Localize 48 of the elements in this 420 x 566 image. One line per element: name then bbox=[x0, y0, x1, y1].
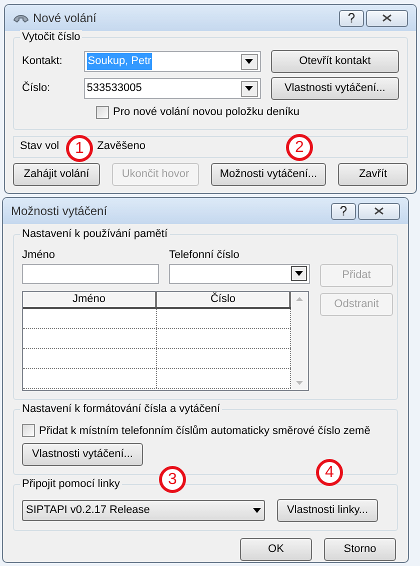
checkbox-label: Pro nové volání novou položku deníku bbox=[113, 105, 300, 120]
field-label: Číslo: bbox=[22, 80, 52, 96]
button[interactable]: Možnosti vytáčení... bbox=[211, 162, 326, 186]
question-mark-icon bbox=[340, 206, 347, 216]
dropdown-arrow-icon bbox=[295, 271, 303, 276]
button[interactable]: OK bbox=[240, 538, 312, 561]
dropdown-arrow-icon bbox=[245, 59, 254, 64]
group-title: Nastavení k používání pamětí bbox=[20, 227, 170, 241]
question-mark-icon bbox=[348, 13, 355, 23]
button[interactable]: Vlastnosti vytáčení... bbox=[270, 77, 399, 100]
button[interactable]: Storno bbox=[324, 538, 396, 561]
button[interactable]: Zahájit volání bbox=[13, 162, 100, 186]
field-label: Jméno bbox=[22, 248, 56, 263]
column-header[interactable]: Jméno bbox=[23, 292, 157, 306]
window-title: Nové volání bbox=[33, 10, 96, 27]
line-combobox[interactable]: SIPTAPI v0.2.17 Release bbox=[22, 500, 265, 521]
number-combobox[interactable]: 533533005 bbox=[84, 78, 261, 99]
group-title: Vytočit číslo bbox=[20, 30, 82, 44]
status-label: Stav vol bbox=[20, 139, 60, 154]
phone-combobox[interactable] bbox=[169, 264, 310, 284]
checkbox[interactable] bbox=[22, 424, 35, 438]
scroll-down-icon[interactable] bbox=[296, 380, 303, 384]
scrollbar[interactable] bbox=[291, 292, 308, 390]
dropdown-arrow-icon bbox=[245, 86, 254, 91]
line-value: SIPTAPI v0.2.17 Release bbox=[26, 503, 150, 518]
help-button[interactable] bbox=[331, 202, 356, 220]
close-icon bbox=[374, 207, 384, 215]
button[interactable]: Vlastnosti vytáčení... bbox=[22, 443, 143, 466]
group-title: Připojit pomocí linky bbox=[20, 477, 122, 491]
button[interactable]: Vlastnosti linky... bbox=[277, 499, 378, 522]
name-field[interactable] bbox=[22, 264, 159, 284]
button[interactable]: Zavřít bbox=[338, 162, 408, 186]
close-button[interactable] bbox=[358, 202, 400, 220]
group-title: Nastavení k formátování čísla a vytáčení bbox=[20, 402, 222, 416]
checkbox-label: Přidat k místním telefonním číslům automaticky směrové číslo země bbox=[39, 424, 370, 438]
close-button[interactable] bbox=[366, 10, 408, 26]
field-label: Telefonní číslo bbox=[169, 248, 240, 263]
selected-text: Soukup, Petr bbox=[86, 53, 152, 70]
close-icon bbox=[382, 14, 392, 22]
button[interactable]: Otevřít kontakt bbox=[270, 50, 399, 73]
field-label: Kontakt: bbox=[22, 54, 64, 70]
help-button[interactable] bbox=[339, 10, 364, 26]
scroll-up-icon[interactable] bbox=[296, 296, 303, 300]
dropdown-arrow-icon bbox=[253, 508, 261, 513]
window-title: Možnosti vytáčení bbox=[11, 203, 108, 220]
status-value: Zavěšeno bbox=[97, 139, 146, 154]
checkbox[interactable] bbox=[96, 106, 109, 119]
number-value: 533533005 bbox=[86, 81, 142, 96]
